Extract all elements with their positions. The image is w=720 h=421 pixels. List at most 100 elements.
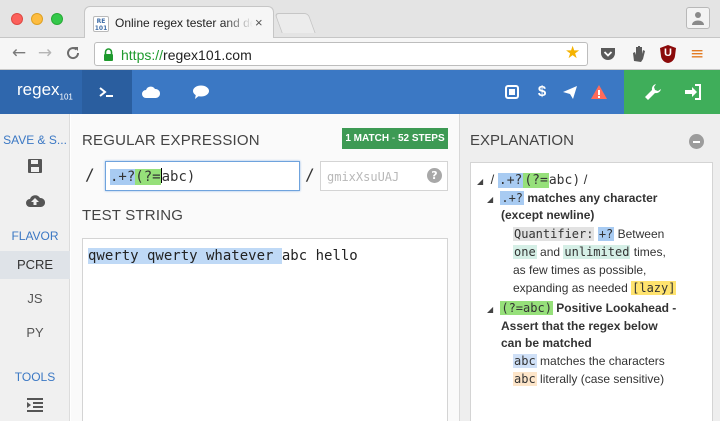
- new-tab-button[interactable]: [274, 13, 316, 33]
- warning-icon[interactable]: [590, 83, 608, 101]
- ublock-icon[interactable]: U: [658, 44, 678, 64]
- regex-input[interactable]: .+?(?=abc): [105, 161, 300, 191]
- quantifier-one: one: [513, 245, 537, 259]
- question-icon[interactable]: ?: [427, 168, 442, 183]
- root-token-3: abc): [548, 173, 581, 188]
- tab-editor[interactable]: [82, 70, 132, 114]
- menu-icon[interactable]: ≡: [690, 44, 710, 64]
- root-close-slash: /: [583, 172, 588, 187]
- cloud-upload-icon[interactable]: [25, 192, 45, 208]
- person-icon: [692, 12, 704, 25]
- back-arrow-icon[interactable]: ←: [9, 43, 29, 63]
- flavor-pcre[interactable]: PCRE: [0, 251, 70, 279]
- settings-area: [624, 70, 720, 114]
- minimize-window-button[interactable]: [31, 13, 43, 25]
- wrench-icon[interactable]: [644, 83, 662, 101]
- expand-triangle-icon[interactable]: ◢: [487, 191, 497, 208]
- explanation-title: EXPLANATION: [470, 132, 574, 149]
- reload-icon[interactable]: [63, 43, 83, 63]
- url-scheme: https://: [121, 47, 164, 63]
- editor-panel: REGULAR EXPRESSION 1 MATCH - 52 STEPS / …: [71, 114, 459, 421]
- address-bar[interactable]: https://regex101.com ★: [94, 42, 588, 66]
- quantifier-times: times,: [633, 245, 666, 259]
- collapse-icon[interactable]: [689, 134, 704, 149]
- url-text: https://regex101.com: [121, 47, 252, 63]
- ublock-letter: U: [664, 47, 672, 59]
- profile-button[interactable]: [686, 7, 710, 29]
- save-icon[interactable]: [27, 158, 43, 174]
- item2-token: (?=abc): [500, 301, 553, 315]
- flavor-js[interactable]: JS: [0, 285, 70, 313]
- browser-tabstrip: RE 101 Online regex tester and de ×: [0, 0, 720, 39]
- item1-description-2: (except newline): [501, 207, 594, 224]
- quantifier-range-line: one and unlimited times,: [513, 244, 666, 261]
- sub1-token: abc: [513, 354, 537, 368]
- checkbox-icon[interactable]: [503, 83, 521, 101]
- badge-separator: -: [389, 133, 398, 144]
- item1-description-cont: (except newline): [501, 208, 595, 222]
- tab-title-fade: [223, 14, 253, 34]
- regex-flags-input[interactable]: gmixXsuUAJ ?: [320, 161, 448, 191]
- sub1-description: matches the characters: [540, 354, 665, 368]
- forward-arrow-icon[interactable]: →: [35, 43, 55, 63]
- regex-open-delimiter: /: [85, 165, 95, 184]
- tree-subitem-chars: abc matches the characters: [513, 353, 665, 370]
- regex-token-lookahead: (?=: [135, 169, 161, 185]
- item1-token: .+?: [500, 191, 525, 205]
- expand-triangle-icon[interactable]: ◢: [487, 301, 497, 318]
- quantifier-expanding-line: expanding as needed [lazy]: [513, 280, 677, 297]
- browser-toolbar: ← → https://regex101.com ★ U ≡: [0, 38, 720, 70]
- tree-subitem-literal: abc literally (case sensitive): [513, 371, 664, 388]
- item2-description-2: Assert that the regex below: [501, 318, 658, 335]
- browser-tab[interactable]: RE 101 Online regex tester and de ×: [84, 6, 274, 39]
- regex101-logo[interactable]: regex101: [0, 70, 82, 114]
- url-host: regex101.com: [163, 47, 252, 63]
- sign-in-icon[interactable]: [684, 83, 702, 101]
- explanation-tree: ◢ / .+? (?=abc) / ◢ .+? matches any chara…: [470, 162, 713, 421]
- regex-section-title: REGULAR EXPRESSION: [82, 132, 260, 149]
- match-info-badge: 1 MATCH - 52 STEPS: [342, 128, 448, 149]
- dollar-icon[interactable]: $: [533, 83, 551, 101]
- explanation-panel: EXPLANATION ◢ / .+? (?=abc) / ◢ .+? match…: [459, 114, 720, 421]
- flags-placeholder: gmixXsuUAJ: [327, 170, 400, 184]
- favicon-icon: RE 101: [93, 16, 109, 32]
- expand-triangle-icon[interactable]: ◢: [477, 173, 487, 190]
- test-string-editor[interactable]: qwerty qwerty whatever abc hello: [82, 238, 448, 421]
- format-list-icon[interactable]: [26, 396, 44, 412]
- send-icon[interactable]: [561, 83, 579, 101]
- root-open-slash: /: [490, 172, 495, 187]
- tab-close-icon[interactable]: ×: [255, 15, 263, 30]
- sub2-description: literally (case sensitive): [540, 372, 665, 386]
- chat-icon: [193, 85, 209, 99]
- flavor-heading: FLAVOR: [11, 229, 59, 243]
- pocket-icon[interactable]: [598, 44, 618, 64]
- tree-root: ◢ / .+? (?=abc) /: [477, 171, 587, 190]
- tree-item-lookahead: ◢ (?=abc) Positive Lookahead -: [487, 300, 676, 318]
- save-share-heading: SAVE & S...: [3, 133, 67, 147]
- tools-heading: TOOLS: [14, 370, 56, 384]
- quantifier-line: Quantifier: +? Between: [513, 226, 664, 243]
- quantifier-unlimited: unlimited: [563, 245, 631, 259]
- logo-text: regex: [17, 80, 60, 99]
- root-token-2: (?=: [523, 173, 549, 188]
- quantifier-label: Quantifier:: [513, 227, 595, 241]
- terminal-icon: [99, 87, 113, 97]
- flavor-py[interactable]: PY: [0, 319, 70, 347]
- test-string-title: TEST STRING: [82, 207, 184, 224]
- app-header: regex101 $: [0, 70, 720, 114]
- quantifier-few-line: as few times as possible,: [513, 263, 647, 277]
- item2-description-end: can be matched: [501, 336, 592, 350]
- close-window-button[interactable]: [11, 13, 23, 25]
- hand-icon[interactable]: [628, 44, 648, 64]
- cloud-icon: [142, 86, 161, 98]
- regex-token-any-lazy: .+?: [110, 169, 136, 185]
- tab-chat[interactable]: [176, 70, 226, 114]
- tree-item-quantified: ◢ .+? matches any character: [487, 190, 657, 208]
- step-count: 52 STEPS: [397, 133, 445, 144]
- tab-library[interactable]: [126, 70, 176, 114]
- item2-description-3: can be matched: [501, 335, 592, 352]
- lazy-badge: [lazy]: [631, 281, 677, 295]
- match-count: 1 MATCH: [345, 133, 390, 144]
- zoom-window-button[interactable]: [51, 13, 63, 25]
- bookmark-star-icon[interactable]: ★: [565, 43, 580, 63]
